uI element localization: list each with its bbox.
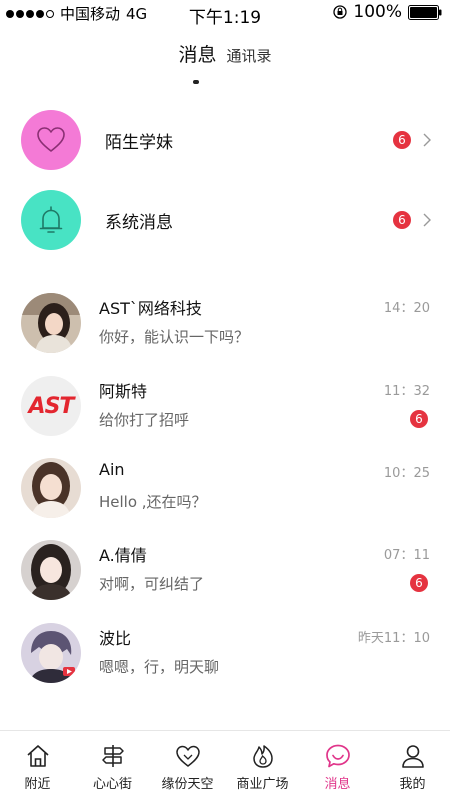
hearts-icon bbox=[175, 745, 200, 767]
battery-percent: 100% bbox=[353, 2, 402, 22]
chat-preview: 给你打了招呼 bbox=[99, 411, 190, 429]
chat-item[interactable]: A.倩倩 对啊，可纠结了 07：11 6 bbox=[0, 540, 450, 620]
chat-item[interactable]: AST 阿斯特 给你打了招呼 11：32 6 bbox=[0, 376, 450, 456]
header-tabs: 消息 通讯录 bbox=[0, 40, 450, 90]
user-icon bbox=[401, 745, 424, 768]
chat-name: 阿斯特 bbox=[99, 382, 148, 401]
signpost-icon bbox=[101, 745, 124, 767]
unread-badge: 6 bbox=[393, 211, 411, 229]
chat-time: 11：32 bbox=[383, 384, 430, 399]
feature-title: 陌生学妹 bbox=[105, 132, 173, 153]
chat-item[interactable]: Ain Hello ,还在吗？ 10：25 bbox=[0, 458, 450, 538]
chat-preview: 你好，能认识一下吗？ bbox=[99, 328, 250, 346]
avatar: AST bbox=[21, 376, 81, 436]
tab-heart-street[interactable]: 心心街 bbox=[75, 731, 150, 800]
avatar bbox=[21, 540, 81, 600]
active-tab-indicator bbox=[193, 80, 199, 84]
flame-icon bbox=[252, 745, 273, 768]
chat-time: 昨天11：10 bbox=[357, 631, 430, 646]
tab-contacts[interactable]: 通讯录 bbox=[227, 45, 272, 66]
chat-preview: Hello ,还在吗？ bbox=[99, 493, 207, 511]
tab-label: 缘份天空 bbox=[161, 777, 214, 792]
header-tab-group: 消息 通讯录 bbox=[178, 40, 271, 67]
unread-badge: 6 bbox=[410, 574, 428, 592]
battery-icon bbox=[408, 4, 442, 20]
tab-label: 附近 bbox=[24, 777, 51, 792]
tab-label: 我的 bbox=[399, 777, 426, 792]
home-icon bbox=[26, 745, 49, 767]
avatar bbox=[21, 458, 81, 518]
chat-name: A.倩倩 bbox=[99, 546, 147, 565]
chevron-right-icon bbox=[423, 213, 431, 227]
chat-name: Ain bbox=[99, 460, 125, 479]
heart-icon bbox=[37, 127, 65, 152]
bottom-tab-bar: 附近 心心街 缘份天空 商业广场 消息 我的 bbox=[0, 730, 450, 800]
feature-row-system[interactable]: 系统消息 6 bbox=[0, 185, 450, 255]
status-bar: 中国移动 4G 下午1:19 100% bbox=[0, 0, 450, 28]
feature-title: 系统消息 bbox=[105, 212, 173, 233]
tab-me[interactable]: 我的 bbox=[375, 731, 450, 800]
unread-badge: 6 bbox=[410, 410, 428, 428]
tab-messages[interactable]: 消息 bbox=[178, 40, 216, 67]
messages-screen: 中国移动 4G 下午1:19 100% 消息 通讯录 陌生学妹 6 系统消息 6… bbox=[0, 0, 450, 800]
chat-name: AST`网络科技 bbox=[99, 299, 202, 318]
chat-time: 07：11 bbox=[383, 548, 430, 563]
tab-label: 消息 bbox=[324, 777, 351, 792]
chat-name: 波比 bbox=[99, 629, 132, 648]
status-right: 100% bbox=[333, 2, 442, 22]
chat-time: 14：20 bbox=[383, 301, 430, 316]
chevron-right-icon bbox=[423, 133, 431, 147]
chat-bubble-icon bbox=[325, 744, 350, 768]
tab-business-plaza[interactable]: 商业广场 bbox=[225, 731, 300, 800]
tab-nearby[interactable]: 附近 bbox=[0, 731, 75, 800]
chat-preview: 对啊，可纠结了 bbox=[99, 575, 205, 593]
chat-item[interactable]: 波比 嗯嗯，行，明天聊 昨天11：10 bbox=[0, 623, 450, 703]
chat-item[interactable]: AST`网络科技 你好，能认识一下吗？ 14：20 bbox=[0, 293, 450, 373]
chat-time: 10：25 bbox=[383, 466, 430, 481]
system-avatar bbox=[21, 190, 81, 250]
tab-messages-bottom[interactable]: 消息 bbox=[300, 731, 375, 800]
chat-preview: 嗯嗯，行，明天聊 bbox=[99, 658, 220, 676]
bell-icon bbox=[39, 206, 63, 233]
avatar bbox=[21, 623, 81, 683]
strangers-avatar bbox=[21, 110, 81, 170]
tab-label: 商业广场 bbox=[236, 777, 289, 792]
tab-label: 心心街 bbox=[92, 777, 132, 792]
ast-logo: AST bbox=[28, 393, 75, 419]
avatar bbox=[21, 293, 81, 353]
feature-row-strangers[interactable]: 陌生学妹 6 bbox=[0, 105, 450, 175]
unread-badge: 6 bbox=[393, 131, 411, 149]
rotation-lock-icon bbox=[333, 5, 348, 19]
tab-destiny-sky[interactable]: 缘份天空 bbox=[150, 731, 225, 800]
